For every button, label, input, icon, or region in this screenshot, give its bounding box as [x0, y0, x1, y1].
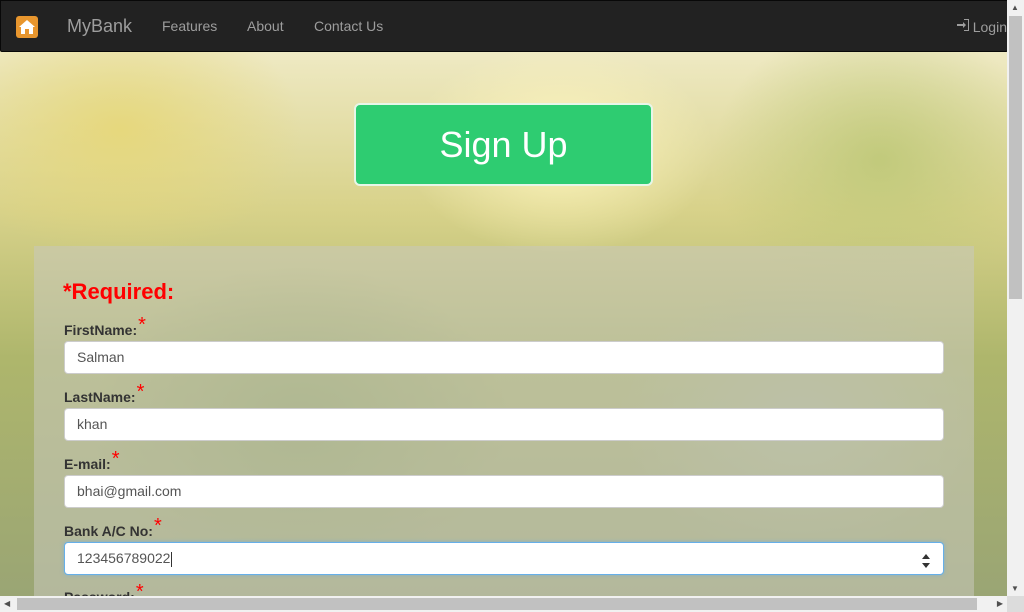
- required-star: *: [111, 448, 120, 470]
- firstname-label: FirstName:*: [64, 314, 146, 341]
- lastname-input[interactable]: khan: [64, 408, 944, 441]
- firstname-value: Salman: [77, 349, 125, 365]
- scroll-down-arrow-icon[interactable]: ▼: [1011, 584, 1019, 593]
- number-spinner-icon[interactable]: [921, 550, 931, 568]
- nav-features[interactable]: Features: [162, 18, 217, 34]
- horizontal-scroll-thumb[interactable]: [17, 598, 977, 610]
- bank-account-value: 123456789022: [77, 550, 171, 566]
- email-input[interactable]: bhai@gmail.com: [64, 475, 944, 508]
- nav-about[interactable]: About: [247, 18, 284, 34]
- required-star: *: [136, 381, 145, 403]
- lastname-label-text: LastName:: [64, 389, 136, 405]
- email-label-text: E-mail:: [64, 456, 111, 472]
- vertical-scroll-thumb[interactable]: [1009, 16, 1022, 299]
- horizontal-scrollbar[interactable]: ◀ ▶: [0, 596, 1007, 612]
- top-navbar: MyBank Features About Contact Us Login: [0, 0, 1008, 52]
- vertical-scrollbar[interactable]: ▲ ▼: [1007, 0, 1024, 596]
- email-value: bhai@gmail.com: [77, 483, 182, 499]
- bank-account-input[interactable]: 123456789022: [64, 542, 944, 575]
- home-icon[interactable]: [16, 16, 38, 38]
- required-star: *: [138, 314, 146, 336]
- bank-account-label: Bank A/C No:*: [64, 515, 162, 542]
- scroll-up-arrow-icon[interactable]: ▲: [1011, 3, 1019, 12]
- firstname-label-text: FirstName:: [64, 322, 138, 338]
- lastname-label: LastName:*: [64, 381, 144, 408]
- required-heading: *Required:: [63, 279, 175, 304]
- email-label: E-mail:*: [64, 448, 119, 475]
- text-caret: [171, 551, 173, 567]
- login-label: Login: [972, 18, 1007, 35]
- bank-account-label-text: Bank A/C No:: [64, 523, 153, 539]
- signup-button[interactable]: Sign Up: [354, 103, 653, 186]
- lastname-value: khan: [77, 416, 108, 432]
- brand-link[interactable]: MyBank: [67, 16, 132, 37]
- scroll-left-arrow-icon[interactable]: ◀: [4, 599, 10, 608]
- firstname-input[interactable]: Salman: [64, 341, 944, 374]
- nav-contact-us[interactable]: Contact Us: [314, 18, 383, 34]
- scrollbar-corner: [1007, 596, 1024, 612]
- required-star: *: [153, 515, 162, 537]
- scroll-right-arrow-icon[interactable]: ▶: [997, 599, 1003, 608]
- login-icon: [956, 18, 970, 35]
- login-link[interactable]: Login: [956, 18, 1007, 35]
